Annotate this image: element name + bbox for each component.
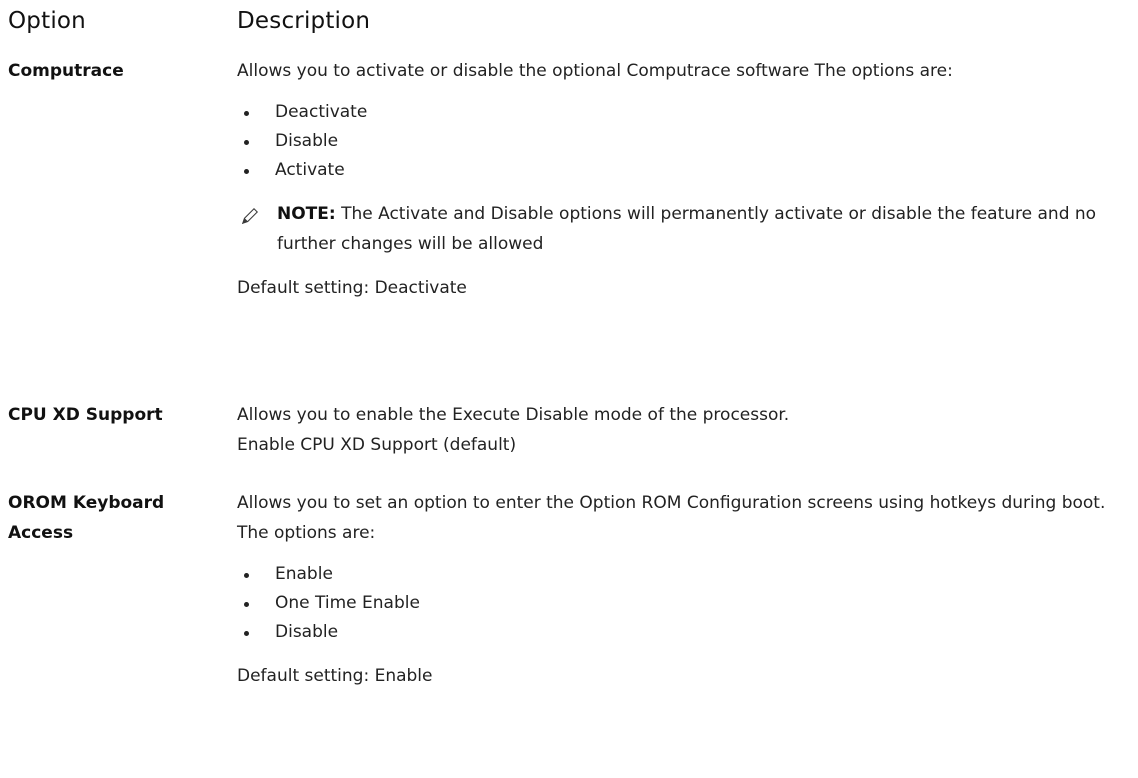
note-text: The Activate and Disable options will pe… — [277, 204, 1097, 254]
option-name: CPU XD Support — [8, 405, 163, 425]
options-list: Deactivate Disable Activate — [237, 98, 1117, 185]
option-description: Allows you to activate or disable the op… — [237, 56, 1117, 303]
option-name: OROM Keyboard Access — [8, 493, 165, 543]
note-block: NOTE: The Activate and Disable options w… — [237, 199, 1117, 259]
list-item: Deactivate — [237, 98, 1117, 127]
list-item: Disable — [237, 127, 1117, 156]
description-text: Allows you to activate or disable the op… — [237, 61, 953, 81]
pencil-icon — [239, 205, 261, 227]
default-setting: Default setting: Enable — [237, 666, 433, 686]
description-text: Allows you to set an option to enter the… — [237, 493, 1106, 543]
option-description: Allows you to set an option to enter the… — [237, 488, 1117, 691]
description-column-header: Description — [237, 8, 371, 34]
option-name: Computrace — [8, 61, 124, 81]
table-header: Option Description — [0, 8, 1138, 48]
description-text: Allows you to enable the Execute Disable… — [237, 405, 790, 425]
default-setting: Default setting: Deactivate — [237, 278, 467, 298]
list-item: Disable — [237, 618, 1117, 647]
list-item: Enable — [237, 560, 1117, 589]
note-label: NOTE: — [277, 204, 336, 224]
list-item: One Time Enable — [237, 589, 1117, 618]
list-item: Activate — [237, 156, 1117, 185]
options-list: Enable One Time Enable Disable — [237, 560, 1117, 647]
default-setting: Enable CPU XD Support (default) — [237, 435, 517, 455]
option-description: Allows you to enable the Execute Disable… — [237, 400, 1117, 460]
option-column-header: Option — [8, 8, 86, 34]
